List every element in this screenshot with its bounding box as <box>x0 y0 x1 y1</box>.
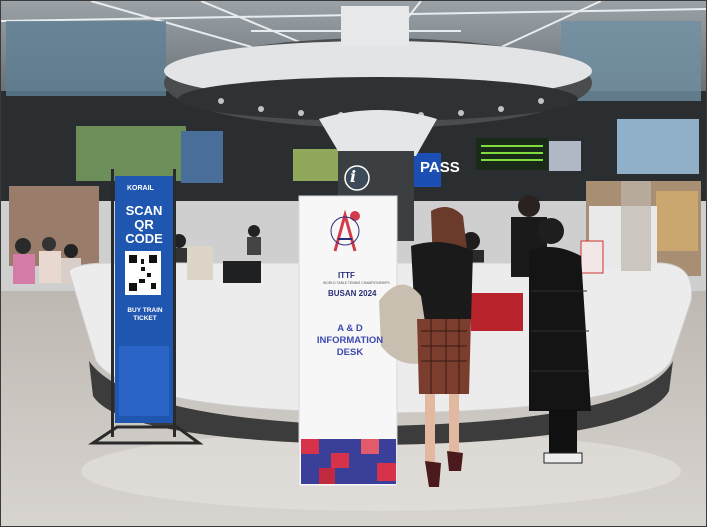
desk-red-sign <box>471 293 523 331</box>
video-screen-left <box>76 126 186 181</box>
right-pillar <box>621 181 651 271</box>
pass-sign-text: PASS <box>420 159 460 176</box>
shop-shelves <box>656 191 698 251</box>
column-top <box>341 6 409 46</box>
banner-stand-pole-r <box>173 169 176 437</box>
info-sign <box>344 165 370 191</box>
scan-qr-headline: SCAN QR CODE <box>125 203 163 246</box>
window-left <box>6 21 166 96</box>
busan-2024-text: BUSAN 2024 <box>328 289 377 298</box>
buy-ticket-text: BUY TRAIN TICKET <box>127 307 163 322</box>
station-photo <box>1 1 706 526</box>
ittf-text: ITTF <box>338 271 355 280</box>
event-banner-pattern <box>301 439 396 484</box>
korail-logo-text: KORAIL <box>127 185 154 192</box>
video-screen-left2 <box>181 131 223 183</box>
info-icon: i <box>350 167 357 186</box>
screen-center <box>293 149 339 181</box>
photo-frame: KORAIL SCAN QR CODE BUY TRAIN TICKET ITT… <box>0 0 707 527</box>
championships-text: WORLD TABLE TENNIS CHAMPIONSHIPS <box>323 281 390 285</box>
info-desk-title: A & D INFORMATION DESK <box>316 323 384 358</box>
small-sign <box>549 141 581 171</box>
desk-standee-red <box>580 240 604 274</box>
banner-stand-pole-l <box>111 169 114 437</box>
video-screen-right <box>617 119 699 174</box>
qr-banner-footer <box>119 346 169 416</box>
desk-sign-board <box>187 246 213 280</box>
desk-monitor <box>223 261 261 283</box>
